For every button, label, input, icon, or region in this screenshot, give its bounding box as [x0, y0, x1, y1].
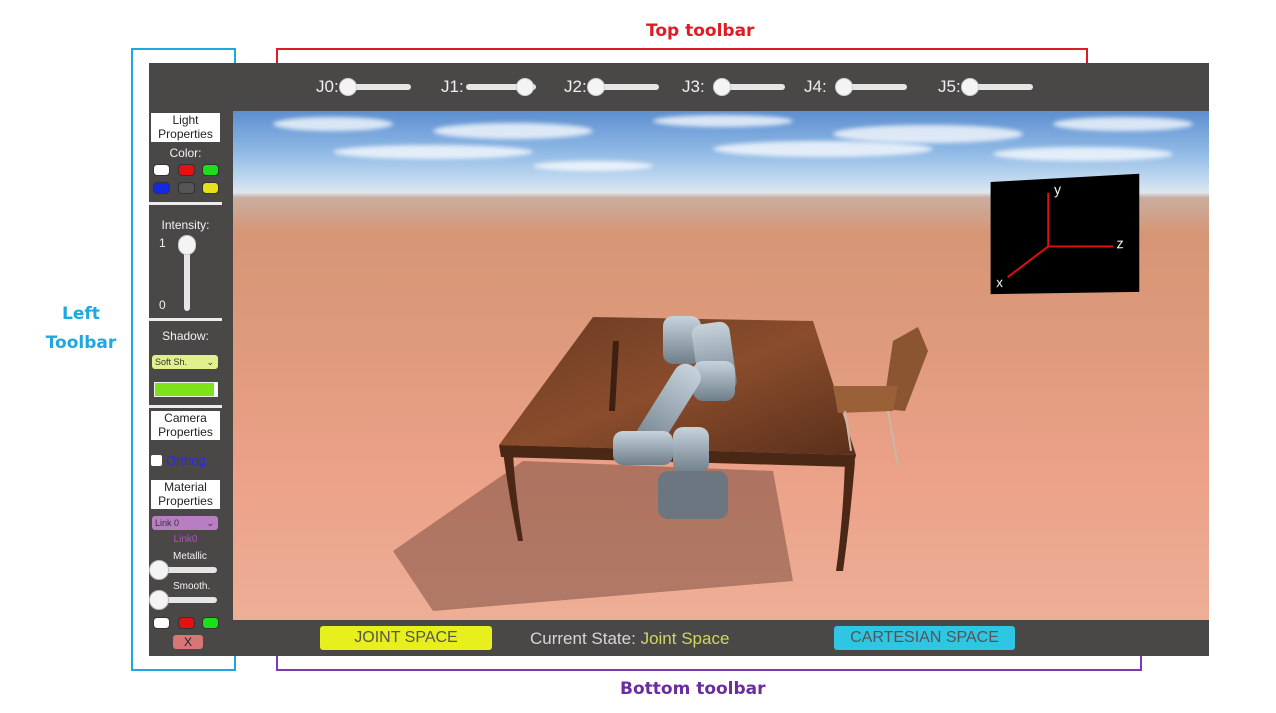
- joint-5-slider[interactable]: [960, 78, 1033, 96]
- chevron-down-icon: ⌄: [206, 518, 214, 528]
- light-color-red[interactable]: [178, 164, 195, 176]
- joint-3-control: J3:: [682, 75, 785, 99]
- material-header-line2: Properties: [158, 494, 213, 508]
- intensity-slider[interactable]: [178, 235, 196, 311]
- shadow-type-value: Soft Sh.: [155, 357, 188, 367]
- joint-1-slider-handle[interactable]: [515, 78, 534, 96]
- intensity-slider-handle[interactable]: [178, 235, 196, 255]
- orthographic-label: Orthog.: [166, 453, 210, 468]
- smoothness-label: Smooth.: [173, 581, 211, 592]
- light-color-label: Color:: [169, 146, 202, 160]
- metallic-slider[interactable]: [149, 560, 217, 580]
- camera-header-line2: Properties: [158, 425, 213, 439]
- annotation-top-toolbar: Top toolbar: [646, 21, 755, 41]
- joint-4-label: J4:: [804, 77, 827, 96]
- light-color-gray[interactable]: [178, 182, 195, 194]
- intensity-label: Intensity:: [161, 218, 210, 232]
- chevron-down-icon: ⌄: [206, 357, 214, 367]
- metallic-label: Metallic: [173, 551, 207, 562]
- intensity-max-label: 1: [159, 236, 166, 250]
- joint-space-button[interactable]: JOINT SPACE: [320, 626, 492, 650]
- light-header-line2: Properties: [158, 127, 213, 141]
- joint-2-slider[interactable]: [586, 78, 659, 96]
- metallic-slider-handle[interactable]: [149, 560, 169, 580]
- left-toolbar: Light Properties Color: Intensity: 1 0 S…: [149, 111, 222, 656]
- shadow-strength-bar[interactable]: [154, 382, 218, 397]
- divider: [149, 405, 222, 408]
- selected-link-label: Link0: [173, 534, 198, 545]
- joint-0-slider-handle[interactable]: [338, 78, 357, 96]
- top-toolbar: J0: J1: J2: J3: J4: J5:: [233, 63, 1209, 111]
- camera-properties-header: Camera Properties: [151, 411, 220, 440]
- material-properties-header: Material Properties: [151, 480, 220, 509]
- light-header-line1: Light: [172, 113, 199, 127]
- annotation-left-line1: Left: [62, 304, 100, 324]
- joint-5-label: J5:: [938, 77, 961, 96]
- link-value: Link 0: [155, 518, 180, 528]
- joint-2-slider-handle[interactable]: [586, 78, 605, 96]
- joint-0-control: J0:: [316, 75, 411, 99]
- axis-gizmo-svg: y z x: [996, 182, 1124, 290]
- current-state-label: Current State:: [530, 629, 636, 648]
- joint-2-control: J2:: [564, 75, 659, 99]
- light-properties-header: Light Properties: [151, 113, 220, 142]
- simulator-app: y z x J0: J1: J2: J3: J4: J5: Light Prop…: [149, 63, 1209, 656]
- divider: [149, 318, 222, 321]
- annotation-bottom-toolbar: Bottom toolbar: [620, 679, 766, 699]
- shadow-label: Shadow:: [162, 329, 209, 343]
- joint-4-control: J4:: [804, 75, 907, 99]
- material-color-green[interactable]: [202, 617, 219, 629]
- bottom-toolbar: JOINT SPACE Current State: Joint Space C…: [233, 620, 1209, 656]
- smoothness-slider-handle[interactable]: [149, 590, 169, 610]
- current-state-value: Joint Space: [640, 629, 730, 648]
- annotation-left-line2: Toolbar: [45, 333, 117, 353]
- link-dropdown[interactable]: Link 0 ⌄: [152, 516, 218, 530]
- joint-1-control: J1:: [441, 75, 536, 99]
- joint-4-slider[interactable]: [834, 78, 907, 96]
- smoothness-slider[interactable]: [149, 590, 217, 610]
- joint-5-slider-handle[interactable]: [960, 78, 979, 96]
- cartesian-space-button[interactable]: CARTESIAN SPACE: [834, 626, 1015, 650]
- light-color-green[interactable]: [202, 164, 219, 176]
- joint-4-slider-handle[interactable]: [834, 78, 853, 96]
- material-color-red[interactable]: [178, 617, 195, 629]
- joint-0-slider[interactable]: [338, 78, 411, 96]
- light-color-blue[interactable]: [153, 182, 170, 194]
- joint-2-label: J2:: [564, 77, 587, 96]
- annotation-left-toolbar: Left Toolbar: [42, 300, 120, 358]
- shadow-strength-handle[interactable]: [214, 383, 217, 396]
- material-header-line1: Material: [164, 480, 207, 494]
- axis-y-label: y: [1054, 182, 1061, 198]
- shadow-type-dropdown[interactable]: Soft Sh. ⌄: [152, 355, 218, 369]
- light-color-white[interactable]: [153, 164, 170, 176]
- joint-3-label: J3:: [682, 77, 705, 96]
- camera-header-line1: Camera: [164, 411, 207, 425]
- joint-3-slider[interactable]: [712, 78, 785, 96]
- material-color-white[interactable]: [153, 617, 170, 629]
- axis-x-label: x: [996, 275, 1003, 290]
- axis-gizmo: y z x: [990, 173, 1140, 295]
- divider: [149, 202, 222, 205]
- joint-5-control: J5:: [938, 75, 1033, 99]
- joint-0-label: J0:: [316, 77, 339, 96]
- light-color-yellow[interactable]: [202, 182, 219, 194]
- axis-z-label: z: [1116, 236, 1123, 252]
- joint-3-slider-handle[interactable]: [712, 78, 731, 96]
- close-button[interactable]: X: [173, 635, 203, 649]
- joint-1-label: J1:: [441, 77, 464, 96]
- table-shadow: [393, 461, 793, 611]
- joint-1-slider[interactable]: [465, 78, 536, 96]
- orthographic-checkbox[interactable]: [151, 455, 162, 466]
- current-state: Current State: Joint Space: [530, 629, 729, 649]
- intensity-min-label: 0: [159, 298, 166, 312]
